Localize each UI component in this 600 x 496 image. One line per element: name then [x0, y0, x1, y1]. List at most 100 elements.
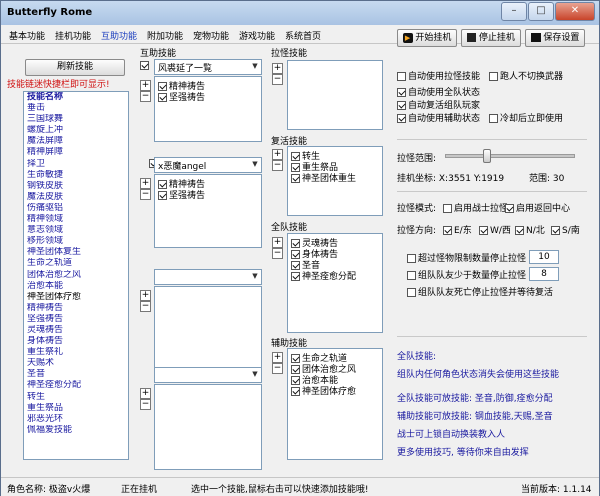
- group-remove-button[interactable]: −: [140, 301, 151, 312]
- checkbox-icon[interactable]: [397, 88, 406, 97]
- option-checkbox-5[interactable]: 冷却后立即使用: [489, 111, 563, 124]
- assist-add-button[interactable]: +: [272, 352, 283, 363]
- limit-checkbox-0[interactable]: 超过怪物限制数量停止拉怪: [407, 251, 526, 264]
- group-enable-checkbox[interactable]: [140, 61, 149, 70]
- start-hangup-button[interactable]: ▶ 开始挂机: [397, 29, 457, 47]
- slider-thumb[interactable]: [482, 149, 491, 163]
- skill-list-item[interactable]: 生命敏捷: [24, 170, 128, 181]
- team-item[interactable]: 神圣痊愈分配: [291, 269, 356, 282]
- group-target-select[interactable]: ▼: [154, 269, 262, 285]
- checkbox-icon[interactable]: [443, 226, 452, 235]
- checkbox-icon[interactable]: [291, 387, 300, 396]
- group-add-button[interactable]: +: [140, 290, 151, 301]
- refresh-skills-button[interactable]: 刷新技能: [25, 59, 125, 76]
- pull-dir-option-0[interactable]: E/东: [443, 223, 472, 236]
- checkbox-icon[interactable]: [443, 204, 452, 213]
- skill-list-item[interactable]: 重生祭品: [24, 403, 128, 414]
- skill-list-item[interactable]: 精神祷告: [24, 303, 128, 314]
- skill-list[interactable]: 技能名称 垂击 三国球舞 螺旋上冲 魔法屏障 精神屏障 择卫 生命敏捷 钢铁皮肤 魔法皮肤 伤痛驱…: [23, 91, 129, 460]
- checkbox-icon[interactable]: [489, 72, 498, 81]
- assist-list[interactable]: 生命之轨道 团体治愈之风 治愈本能 神圣团体疗愈: [287, 348, 383, 460]
- skill-list-item[interactable]: 治愈本能: [24, 281, 128, 292]
- skill-list-item[interactable]: 佩福爱技能: [24, 425, 128, 436]
- skill-list-item[interactable]: 天赐术: [24, 358, 128, 369]
- skill-list-item[interactable]: 邪恶光环: [24, 414, 128, 425]
- checkbox-icon[interactable]: [407, 271, 416, 280]
- tab-pet[interactable]: 宠物功能: [193, 29, 229, 42]
- checkbox-icon[interactable]: [291, 272, 300, 281]
- checkbox-icon[interactable]: [479, 226, 488, 235]
- checkbox-icon[interactable]: [397, 114, 406, 123]
- checkbox-icon[interactable]: [505, 204, 514, 213]
- checkbox-icon[interactable]: [515, 226, 524, 235]
- group-skill-item[interactable]: 坚强祷告: [158, 188, 205, 201]
- checkbox-icon[interactable]: [291, 174, 300, 183]
- skill-list-item[interactable]: 精神屏障: [24, 147, 128, 158]
- limit-value-input[interactable]: 10: [529, 250, 559, 264]
- group-target-select[interactable]: 风裘延了一覧 ▼: [154, 59, 262, 75]
- checkbox-icon[interactable]: [407, 288, 416, 297]
- skill-list-item[interactable]: 转生: [24, 392, 128, 403]
- option-checkbox-0[interactable]: 自动使用拉怪技能: [397, 69, 480, 82]
- pull-remove-button[interactable]: −: [272, 74, 283, 85]
- skill-list-item[interactable]: 钢铁皮肤: [24, 181, 128, 192]
- skill-list-item[interactable]: 移形领域: [24, 236, 128, 247]
- assist-remove-button[interactable]: −: [272, 363, 283, 374]
- checkbox-icon[interactable]: [397, 72, 406, 81]
- team-remove-button[interactable]: −: [272, 248, 283, 259]
- pull-skills-list[interactable]: [287, 60, 383, 130]
- stop-hangup-button[interactable]: 停止挂机: [461, 29, 521, 47]
- limit-checkbox-1[interactable]: 组队队友少于数量停止拉怪: [407, 268, 526, 281]
- tab-home[interactable]: 系统首页: [285, 29, 321, 42]
- option-checkbox-2[interactable]: 自动使用全队状态: [397, 85, 480, 98]
- assist-item[interactable]: 神圣团体疗愈: [291, 384, 356, 397]
- group-remove-button[interactable]: −: [140, 91, 151, 102]
- pull-mode-option-1[interactable]: 启用返回中心: [505, 201, 570, 214]
- checkbox-icon[interactable]: [551, 226, 560, 235]
- skill-list-item[interactable]: 意志领域: [24, 225, 128, 236]
- group-target-select[interactable]: x恶魔angel ▼: [154, 157, 262, 173]
- skill-list-item[interactable]: 精神领域: [24, 214, 128, 225]
- group-add-button[interactable]: +: [140, 178, 151, 189]
- tab-extra[interactable]: 附加功能: [147, 29, 183, 42]
- pull-range-slider[interactable]: [445, 149, 575, 163]
- checkbox-icon[interactable]: [407, 254, 416, 263]
- skill-list-item[interactable]: 神圣团体复生: [24, 247, 128, 258]
- skill-list-item[interactable]: 坚强祷告: [24, 314, 128, 325]
- revive-list[interactable]: 转生 重生祭品 神圣团体重生: [287, 146, 383, 216]
- tab-game[interactable]: 游戏功能: [239, 29, 275, 42]
- group-add-button[interactable]: +: [140, 80, 151, 91]
- revive-remove-button[interactable]: −: [272, 160, 283, 171]
- option-checkbox-1[interactable]: 跑人不切换武器: [489, 69, 563, 82]
- group-remove-button[interactable]: −: [140, 399, 151, 410]
- checkbox-icon[interactable]: [397, 101, 406, 110]
- group-skill-item[interactable]: 坚强祷告: [158, 90, 205, 103]
- tab-basic[interactable]: 基本功能: [9, 29, 45, 42]
- tab-mutual[interactable]: 互助功能: [101, 29, 137, 42]
- skill-list-item[interactable]: 垂击: [24, 103, 128, 114]
- maximize-button[interactable]: □: [528, 2, 554, 21]
- pull-dir-option-3[interactable]: S/南: [551, 223, 580, 236]
- minimize-button[interactable]: –: [501, 2, 527, 21]
- skill-list-item[interactable]: 团体治愈之风: [24, 270, 128, 281]
- group-skill-list[interactable]: 精神祷告 坚强祷告: [154, 76, 262, 142]
- skill-list-item[interactable]: 圣音: [24, 369, 128, 380]
- skill-list-item[interactable]: 三国球舞: [24, 114, 128, 125]
- skill-list-item[interactable]: 伤痛驱铝: [24, 203, 128, 214]
- skill-list-item[interactable]: 魔法屏障: [24, 136, 128, 147]
- save-settings-button[interactable]: 保存设置: [525, 29, 585, 47]
- group-skill-list[interactable]: [154, 286, 262, 368]
- skill-list-item[interactable]: 神圣痊愈分配: [24, 380, 128, 391]
- revive-add-button[interactable]: +: [272, 149, 283, 160]
- skill-list-item[interactable]: 螺旋上冲: [24, 125, 128, 136]
- option-checkbox-4[interactable]: 自动使用辅助状态: [397, 111, 480, 124]
- checkbox-icon[interactable]: [158, 191, 167, 200]
- team-add-button[interactable]: +: [272, 237, 283, 248]
- pull-dir-option-2[interactable]: N/北: [515, 223, 545, 236]
- revive-item[interactable]: 神圣团体重生: [291, 171, 356, 184]
- skill-list-item[interactable]: 灵魂祷告: [24, 325, 128, 336]
- pull-add-button[interactable]: +: [272, 63, 283, 74]
- checkbox-icon[interactable]: [489, 114, 498, 123]
- group-skill-list[interactable]: 精神祷告 坚强祷告: [154, 174, 262, 248]
- team-list[interactable]: 灵魂祷告 身体祷告 圣音 神圣痊愈分配: [287, 233, 383, 333]
